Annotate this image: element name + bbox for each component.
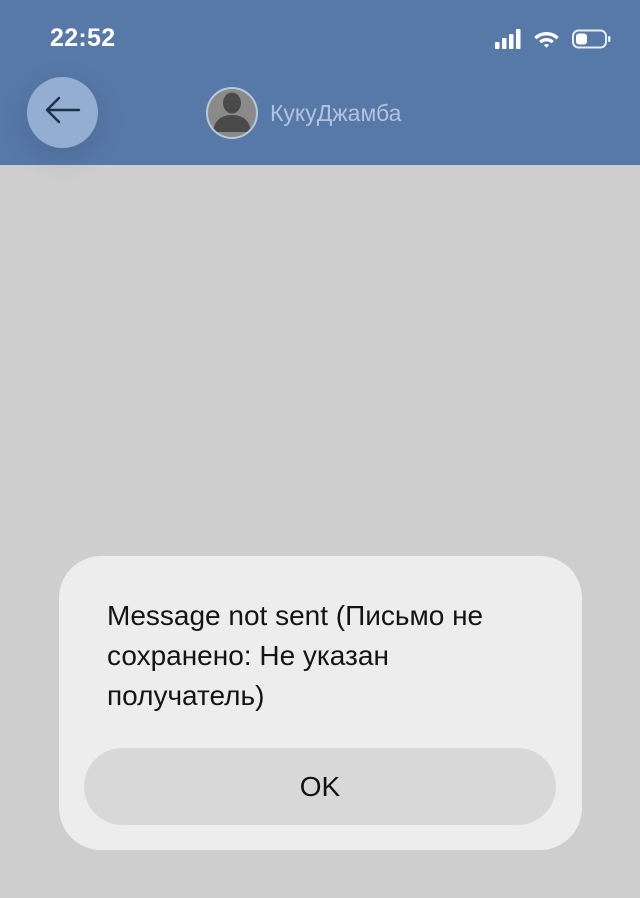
arrow-left-icon: [43, 95, 83, 130]
signal-icon: [495, 28, 521, 54]
header-bar: 22:52 КукуДжамба: [0, 0, 640, 165]
status-time: 22:52: [50, 24, 116, 52]
person-silhouette-icon: [209, 89, 255, 137]
battery-icon: [572, 29, 612, 54]
ok-button[interactable]: OK: [84, 748, 556, 825]
alert-dialog: Message not sent (Письмо не сохранено: Н…: [59, 556, 582, 850]
dialog-message: Message not sent (Письмо не сохранено: Н…: [107, 600, 484, 711]
status-icons: [495, 28, 612, 54]
screen: 22:52 КукуДжамба Message not sent (Письм…: [0, 0, 640, 898]
wifi-icon: [533, 29, 560, 54]
contact-name: КукуДжамба: [270, 99, 402, 126]
back-button[interactable]: [27, 77, 98, 148]
contact-header[interactable]: КукуДжамба: [206, 86, 401, 140]
avatar: [206, 87, 258, 139]
